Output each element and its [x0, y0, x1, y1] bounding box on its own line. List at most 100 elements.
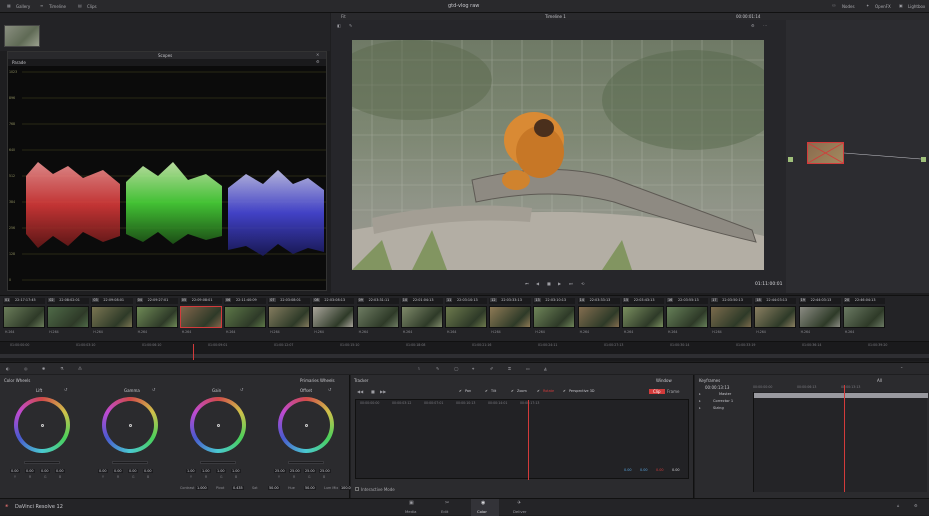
- rgb-mixer-icon[interactable]: ⚗: [60, 366, 64, 371]
- wheel-value[interactable]: 1.00: [231, 469, 241, 473]
- clip-thumbnail[interactable]: [666, 306, 708, 328]
- settings-icon[interactable]: ⚙: [914, 503, 918, 508]
- clip-thumbnail[interactable]: [710, 306, 753, 328]
- step-back-icon[interactable]: ◀: [536, 281, 539, 286]
- clip-thumbnail[interactable]: [312, 306, 355, 328]
- clip-thumbnail[interactable]: [577, 306, 620, 328]
- openfx-icon[interactable]: ✦: [866, 3, 869, 8]
- wheel-value[interactable]: 0.00: [98, 469, 108, 473]
- clips-button[interactable]: Clips: [87, 4, 97, 9]
- wheel-value[interactable]: 1.00: [201, 469, 211, 473]
- color-wheels-icon[interactable]: ✺: [42, 366, 45, 371]
- first-frame-icon[interactable]: ⏮: [525, 281, 529, 286]
- clip-thumbnail[interactable]: [3, 306, 45, 328]
- camera-raw-icon[interactable]: ◐: [6, 366, 10, 371]
- wheel-value[interactable]: 0.00: [143, 469, 153, 473]
- clip-thumbnail[interactable]: [91, 306, 134, 328]
- viewer-options-icon[interactable]: ⚙: [751, 23, 755, 28]
- lightbox-button[interactable]: Lightbox: [908, 4, 925, 9]
- timeline-button[interactable]: Timeline: [49, 4, 66, 9]
- page-deliver-tab[interactable]: Deliver: [513, 509, 527, 514]
- page-deliver-icon[interactable]: ✈: [517, 500, 521, 506]
- clip-thumbnail[interactable]: [621, 306, 664, 328]
- viewer-zoom[interactable]: Fit: [341, 14, 346, 19]
- wheel-reset-icon[interactable]: ↺: [64, 387, 67, 392]
- scopes-close-icon[interactable]: ✕: [316, 52, 319, 57]
- wheel-footer-value[interactable]: 0.435: [232, 486, 244, 490]
- viewer-image[interactable]: [352, 40, 764, 270]
- track-stop-icon[interactable]: ■: [371, 389, 375, 394]
- curves-icon[interactable]: ⌇: [418, 366, 420, 371]
- keyframes-scope[interactable]: All: [877, 378, 882, 383]
- mini-timeline[interactable]: 01:00:00:00 01:00:03:10 01:00:06:10 01:00:0…: [0, 341, 929, 361]
- wheel-footer-value[interactable]: 1.000: [196, 486, 208, 490]
- wheel-reset-icon[interactable]: ↺: [240, 387, 243, 392]
- clip-thumbnail[interactable]: [268, 306, 311, 328]
- sizing-icon[interactable]: ▭: [526, 366, 530, 371]
- page-color-icon[interactable]: ◉: [481, 500, 485, 506]
- wheel-master-slider[interactable]: [24, 461, 60, 464]
- tracker-option-checkbox[interactable]: ✔: [537, 389, 540, 393]
- openfx-button[interactable]: OpenFX: [875, 4, 891, 9]
- wipe-icon[interactable]: ◧: [337, 23, 341, 28]
- clip-thumbnail[interactable]: [445, 306, 487, 328]
- viewer-more-icon[interactable]: ⋯: [763, 23, 767, 28]
- home-icon[interactable]: ⌂: [897, 503, 900, 508]
- qualifier-icon[interactable]: ✎: [436, 366, 439, 371]
- wheels-mode[interactable]: Primaries Wheels: [300, 378, 335, 383]
- wheel-value[interactable]: 25.00: [319, 469, 331, 473]
- play-icon[interactable]: ▶: [558, 281, 561, 286]
- timeline-icon[interactable]: ≡: [40, 3, 43, 8]
- clip-thumbnail[interactable]: [135, 306, 178, 328]
- wheel-value[interactable]: 0.00: [40, 469, 50, 473]
- keyframe-track-arrow[interactable]: ▸: [699, 392, 701, 396]
- nodes-button[interactable]: Nodes: [842, 4, 855, 9]
- wheel-value[interactable]: 1.00: [216, 469, 226, 473]
- wheel-reset-icon[interactable]: ↺: [328, 387, 331, 392]
- wheel-value[interactable]: 0.00: [25, 469, 35, 473]
- clip-thumbnail[interactable]: [400, 306, 443, 328]
- wheel-value[interactable]: 25.00: [274, 469, 286, 473]
- wheel-value[interactable]: 1.00: [186, 469, 196, 473]
- wheel-master-slider[interactable]: [112, 461, 148, 464]
- loop-icon[interactable]: ⟲: [581, 281, 584, 286]
- page-color-tab[interactable]: Color: [477, 509, 487, 514]
- wheel-value[interactable]: 0.00: [128, 469, 138, 473]
- tracker-option-checkbox[interactable]: ✔: [485, 389, 488, 393]
- gallery-still[interactable]: [4, 25, 40, 47]
- scopes-mode-select[interactable]: Parade: [12, 60, 26, 65]
- page-edit-icon[interactable]: ✂: [445, 500, 449, 506]
- wheel-master-slider[interactable]: [288, 461, 324, 464]
- keyframe-track-arrow[interactable]: ▸: [699, 406, 701, 410]
- clips-icon[interactable]: ▤: [78, 3, 82, 8]
- clip-thumbnail[interactable]: [224, 306, 266, 328]
- tracker-frame-toggle[interactable]: Frame: [667, 389, 679, 394]
- blur-icon[interactable]: ✐: [490, 366, 493, 371]
- clip-thumbnail[interactable]: [179, 306, 222, 328]
- tracker-option-checkbox[interactable]: ✔: [511, 389, 514, 393]
- last-frame-icon[interactable]: ⏭: [569, 281, 573, 286]
- clip-thumbnail[interactable]: [356, 306, 399, 328]
- color-match-icon[interactable]: ◎: [24, 366, 28, 371]
- wheel-value[interactable]: 0.00: [55, 469, 65, 473]
- tracker-option-checkbox[interactable]: ✔: [563, 389, 566, 393]
- wheel-master-slider[interactable]: [200, 461, 236, 464]
- page-edit-tab[interactable]: Edit: [441, 509, 448, 514]
- tracker-clip-toggle[interactable]: Clip: [649, 389, 665, 394]
- clip-thumbnail[interactable]: [533, 306, 576, 328]
- wheel-footer-value[interactable]: 50.00: [304, 486, 316, 490]
- stop-icon[interactable]: ■: [547, 281, 551, 286]
- wheel-value[interactable]: 0.00: [10, 469, 20, 473]
- motion-effects-icon[interactable]: ⁂: [78, 366, 82, 371]
- keyframe-track-arrow[interactable]: ▸: [699, 399, 701, 403]
- 3d-icon[interactable]: ◭: [544, 366, 547, 371]
- page-media-icon[interactable]: ▣: [409, 500, 414, 506]
- track-back-icon[interactable]: ◀◀: [357, 389, 363, 394]
- clip-thumbnail[interactable]: [489, 306, 532, 328]
- playhead[interactable]: [193, 344, 194, 360]
- gallery-button[interactable]: Gallery: [16, 4, 30, 9]
- track-forward-icon[interactable]: ▶▶: [380, 389, 386, 394]
- tracker-icon[interactable]: ⌖: [472, 366, 474, 371]
- timeline-name[interactable]: Timeline 1: [545, 14, 566, 19]
- collapse-icon[interactable]: ⌃: [900, 366, 903, 371]
